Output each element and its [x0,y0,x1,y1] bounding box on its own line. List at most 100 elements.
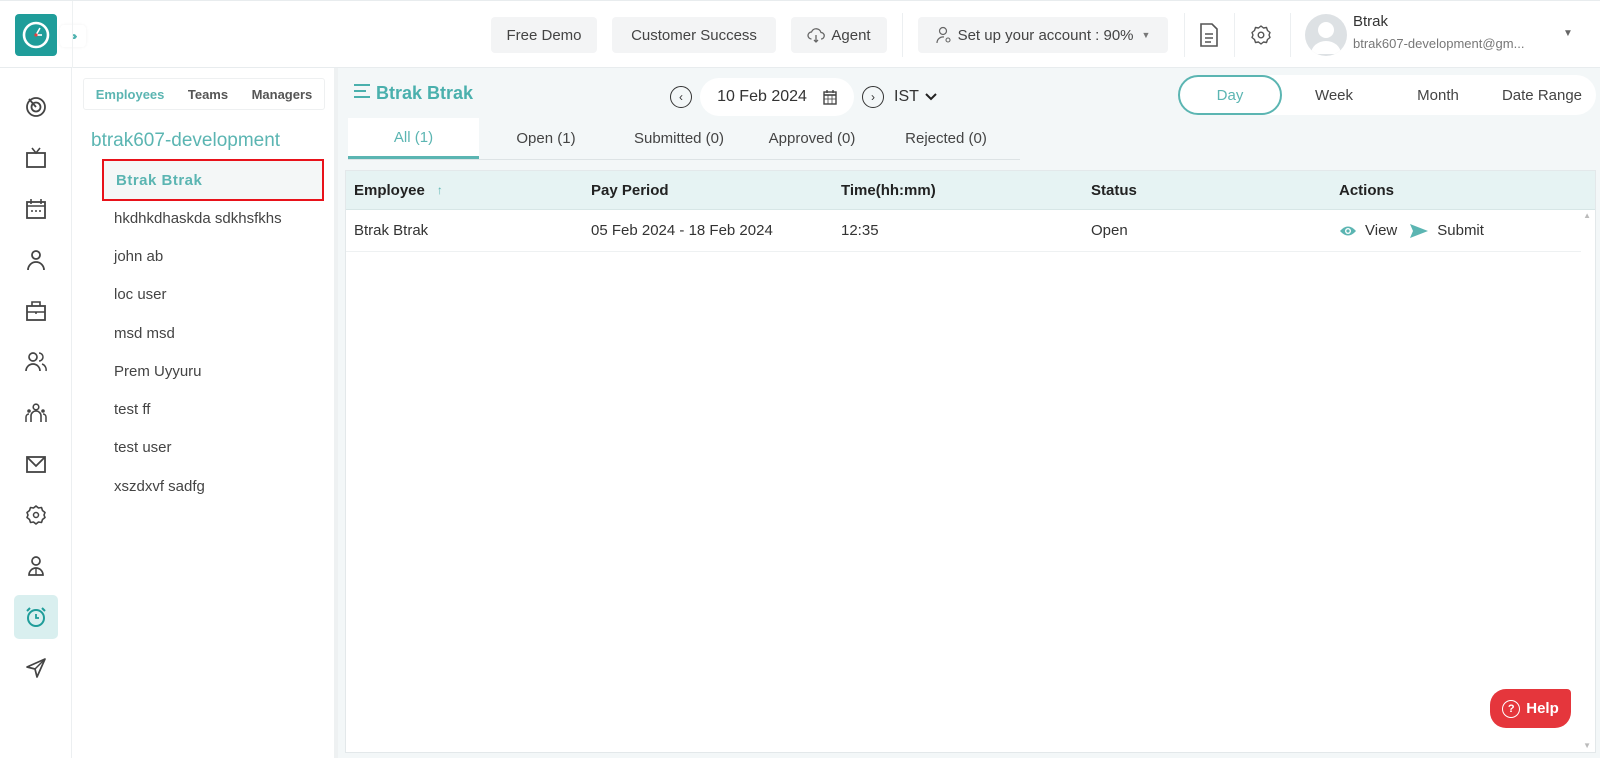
tab-rejected[interactable]: Rejected (0) [879,118,1013,159]
rail-item-profile[interactable] [14,544,58,588]
agent-button[interactable]: Agent [791,17,887,53]
rail-item-projects[interactable] [14,289,58,333]
rail-item-users[interactable] [14,340,58,384]
tab-submitted[interactable]: Submitted (0) [613,118,745,159]
customer-success-label: Customer Success [631,26,757,44]
employee-item[interactable]: test ff [102,390,324,428]
table-row: Btrak Btrak 05 Feb 2024 - 18 Feb 2024 12… [346,210,1581,252]
employee-item[interactable]: john ab [102,237,324,275]
tab-teams[interactable]: Teams [188,87,228,102]
rail-item-tv[interactable] [14,136,58,180]
document-icon [1200,23,1218,47]
range-date-range-button[interactable]: Date Range [1490,75,1594,115]
column-header-employee[interactable]: Employee ↑ [346,182,591,199]
column-header-time[interactable]: Time(hh:mm) [841,182,1091,199]
employee-panel-tabs: Employees Teams Managers [83,78,325,110]
rail-item-settings[interactable] [14,493,58,537]
range-week-button[interactable]: Week [1282,75,1386,115]
date-picker[interactable]: 10 Feb 2024 [700,78,854,116]
employee-item[interactable]: Prem Uyyuru [102,352,324,390]
next-date-button[interactable]: › [862,86,884,108]
cell-actions: View Submit [1339,222,1581,239]
send-icon [26,658,46,678]
tab-managers[interactable]: Managers [252,87,313,102]
profile-icon [28,556,44,576]
help-button[interactable]: ? Help [1490,689,1571,728]
menu-icon[interactable] [353,82,371,105]
divider [72,1,73,69]
employee-item[interactable]: msd msd [102,314,324,352]
view-action[interactable]: View [1339,222,1397,239]
scroll-up-arrow-icon[interactable]: ▲ [1583,211,1591,220]
main-title: Btrak Btrak [353,82,473,105]
range-day-button[interactable]: Day [1178,75,1282,115]
scroll-down-arrow-icon[interactable]: ▼ [1583,741,1591,750]
employee-item[interactable]: xszdxvf sadfg [102,467,324,505]
alarm-clock-icon [26,607,46,627]
selected-employee-title: Btrak Btrak [376,83,474,103]
setup-account-dropdown[interactable]: Set up your account : 90% ▼ [918,17,1168,53]
clock-logo-icon [22,21,50,49]
calendar-icon [26,199,46,219]
briefcase-icon [26,301,46,321]
date-navigator: ‹ 10 Feb 2024 › IST [670,78,937,116]
avatar[interactable] [1305,14,1347,56]
gear-icon [1251,25,1271,45]
free-demo-label: Free Demo [506,26,582,44]
free-demo-button[interactable]: Free Demo [491,17,597,53]
top-header: ››› Free Demo Customer Success Agent Set… [0,0,1600,69]
employee-panel: Employees Teams Managers btrak607-develo… [72,68,334,758]
settings-button[interactable] [1247,21,1275,49]
cell-employee: Btrak Btrak [354,222,429,239]
panel-resize-handle[interactable] [334,68,338,758]
submit-label: Submit [1437,222,1484,239]
tv-icon [26,147,46,168]
chevron-down-icon [925,88,937,106]
mail-icon [26,456,46,473]
timesheet-table: Employee ↑ Pay Period Time(hh:mm) Status… [345,170,1596,753]
calendar-icon[interactable] [823,89,837,105]
tab-approved[interactable]: Approved (0) [745,118,879,159]
setup-account-label: Set up your account : 90% [957,26,1134,44]
status-tabs: All (1) Open (1) Submitted (0) Approved … [348,118,1020,160]
send-icon [1409,223,1429,239]
organization-name[interactable]: btrak607-development [91,130,280,152]
range-month-button[interactable]: Month [1386,75,1490,115]
rail-item-teams[interactable] [14,391,58,435]
column-header-status[interactable]: Status [1091,182,1339,199]
column-header-actions: Actions [1339,181,1395,199]
document-button[interactable] [1195,21,1223,49]
timezone-dropdown[interactable]: IST [894,88,937,106]
employee-item-selected[interactable]: Btrak Btrak [102,159,324,201]
rail-item-mail[interactable] [14,442,58,486]
date-range-selector: Day Week Month Date Range [1178,75,1596,115]
expand-sidebar-button[interactable]: ››› [60,25,86,47]
chevron-left-icon: ‹ [679,90,683,104]
customer-success-button[interactable]: Customer Success [612,17,776,53]
rail-item-send[interactable] [14,646,58,690]
timezone-value: IST [894,88,919,105]
tab-all[interactable]: All (1) [348,118,479,159]
rail-item-user[interactable] [14,238,58,282]
column-header-pay-period[interactable]: Pay Period [591,182,841,199]
previous-date-button[interactable]: ‹ [670,86,692,108]
divider [1234,13,1235,57]
employee-item[interactable]: test user [102,429,324,467]
user-icon [27,250,45,271]
employee-item[interactable]: loc user [102,276,324,314]
tab-open[interactable]: Open (1) [479,118,613,159]
submit-action[interactable]: Submit [1409,222,1484,239]
cell-time: 12:35 [841,222,879,239]
rail-item-dashboard[interactable] [14,85,58,129]
chevron-right-icon: › [871,90,875,104]
eye-icon [1339,225,1357,237]
user-menu-caret-icon[interactable]: ▼ [1563,28,1573,39]
employee-item[interactable]: hkdhkdhaskda sdkhsfkhs [102,199,324,237]
rail-item-timesheet[interactable] [14,595,58,639]
cell-status: Open [1091,222,1128,239]
dashboard-target-icon [26,97,46,117]
tab-employees[interactable]: Employees [96,87,165,102]
rail-item-calendar[interactable] [14,187,58,231]
app-logo[interactable] [15,14,57,56]
users-icon [25,352,47,372]
